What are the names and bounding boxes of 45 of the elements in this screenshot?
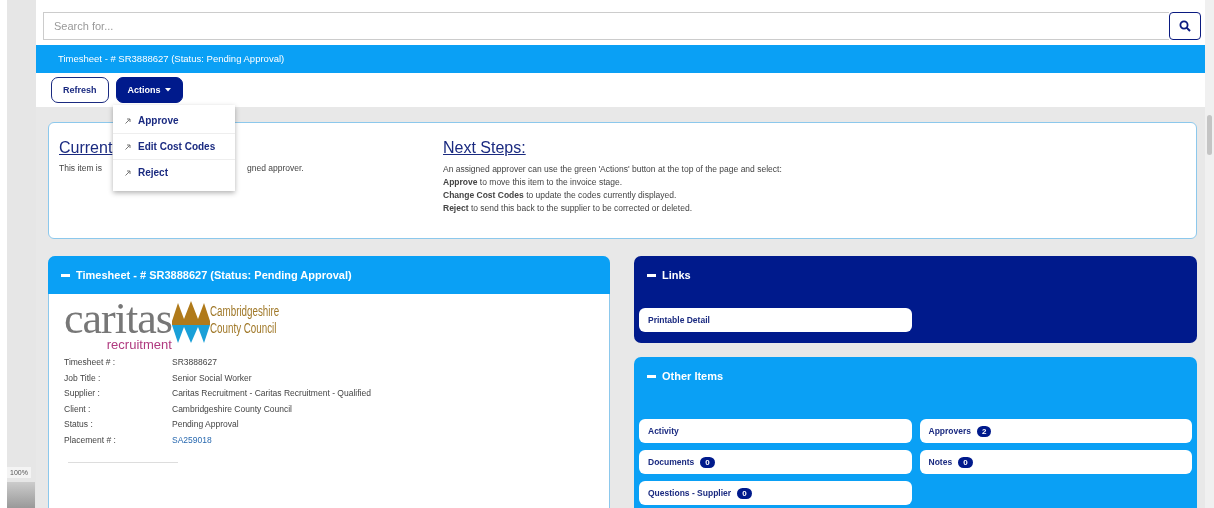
actions-button[interactable]: Actions [115, 77, 183, 103]
search-button[interactable] [1169, 12, 1201, 40]
section-heading: Next Steps: [443, 139, 526, 157]
field-label: Status : [64, 418, 94, 431]
section-heading: Current [59, 139, 113, 157]
item-link[interactable]: Approvers 2 [919, 419, 1192, 443]
count-badge: 0 [737, 487, 752, 499]
refresh-button[interactable]: Refresh [51, 77, 109, 103]
field-label: Supplier : [64, 387, 101, 400]
field-value: Senior Social Worker [172, 371, 252, 385]
status-text: gned approver. [247, 163, 304, 173]
field-value: Cambridgeshire County Council [172, 402, 292, 416]
field-label: Job Title : [64, 371, 102, 385]
logo-drawing: caritas recruitment Cambridgeshire County Council [64, 299, 280, 351]
field-label: Timesheet # : [64, 356, 117, 369]
count-badge: 0 [958, 456, 973, 468]
item-link[interactable]: Documents 0 [639, 450, 912, 474]
title-bar: Timesheet - # SR3888627 (Status: Pending Approval) [36, 45, 1205, 73]
instruction-text: Change Cost Codes to update the codes currently displayed. [443, 189, 678, 202]
instruction-text: Reject to send this back to the supplier to be corrected or deleted. [443, 202, 693, 215]
field-label: Client : [64, 402, 92, 416]
search-icon [1179, 20, 1191, 32]
panel-header[interactable]: Links [634, 256, 1197, 294]
field-label: Placement # : [64, 433, 117, 447]
instruction-text: Approve to move this item to the invoice stage. [443, 176, 624, 189]
field-value: Pending Approval [172, 418, 239, 431]
placement-link[interactable]: SA259018 [172, 432, 212, 448]
item-link[interactable]: Activity [639, 419, 912, 443]
search-field[interactable]: Search for... [43, 12, 1169, 40]
scroll-thumb[interactable] [1207, 115, 1212, 155]
menu-item[interactable]: Reject [113, 160, 235, 185]
count-badge: 2 [977, 425, 992, 437]
arrow-icon [125, 143, 131, 150]
count-badge: 0 [700, 456, 715, 468]
item-link[interactable]: Questions - Supplier 0 [639, 481, 912, 505]
instruction-text: An assigned approver can use the green 'Actions' button at the top of the page and select: [443, 163, 782, 176]
scroll-thumb[interactable] [7, 482, 35, 508]
link-item[interactable]: Printable Detail [639, 308, 912, 332]
field-value: Caritas Recruitment - Caritas Recruitment - Qualified [172, 387, 371, 400]
item-link[interactable]: Notes 0 [919, 450, 1192, 474]
arrow-icon [125, 117, 131, 124]
field-value: SR3888627 [172, 356, 217, 369]
arrow-icon [125, 169, 131, 176]
caret-icon [164, 88, 171, 92]
status-text: This item is [59, 163, 102, 173]
